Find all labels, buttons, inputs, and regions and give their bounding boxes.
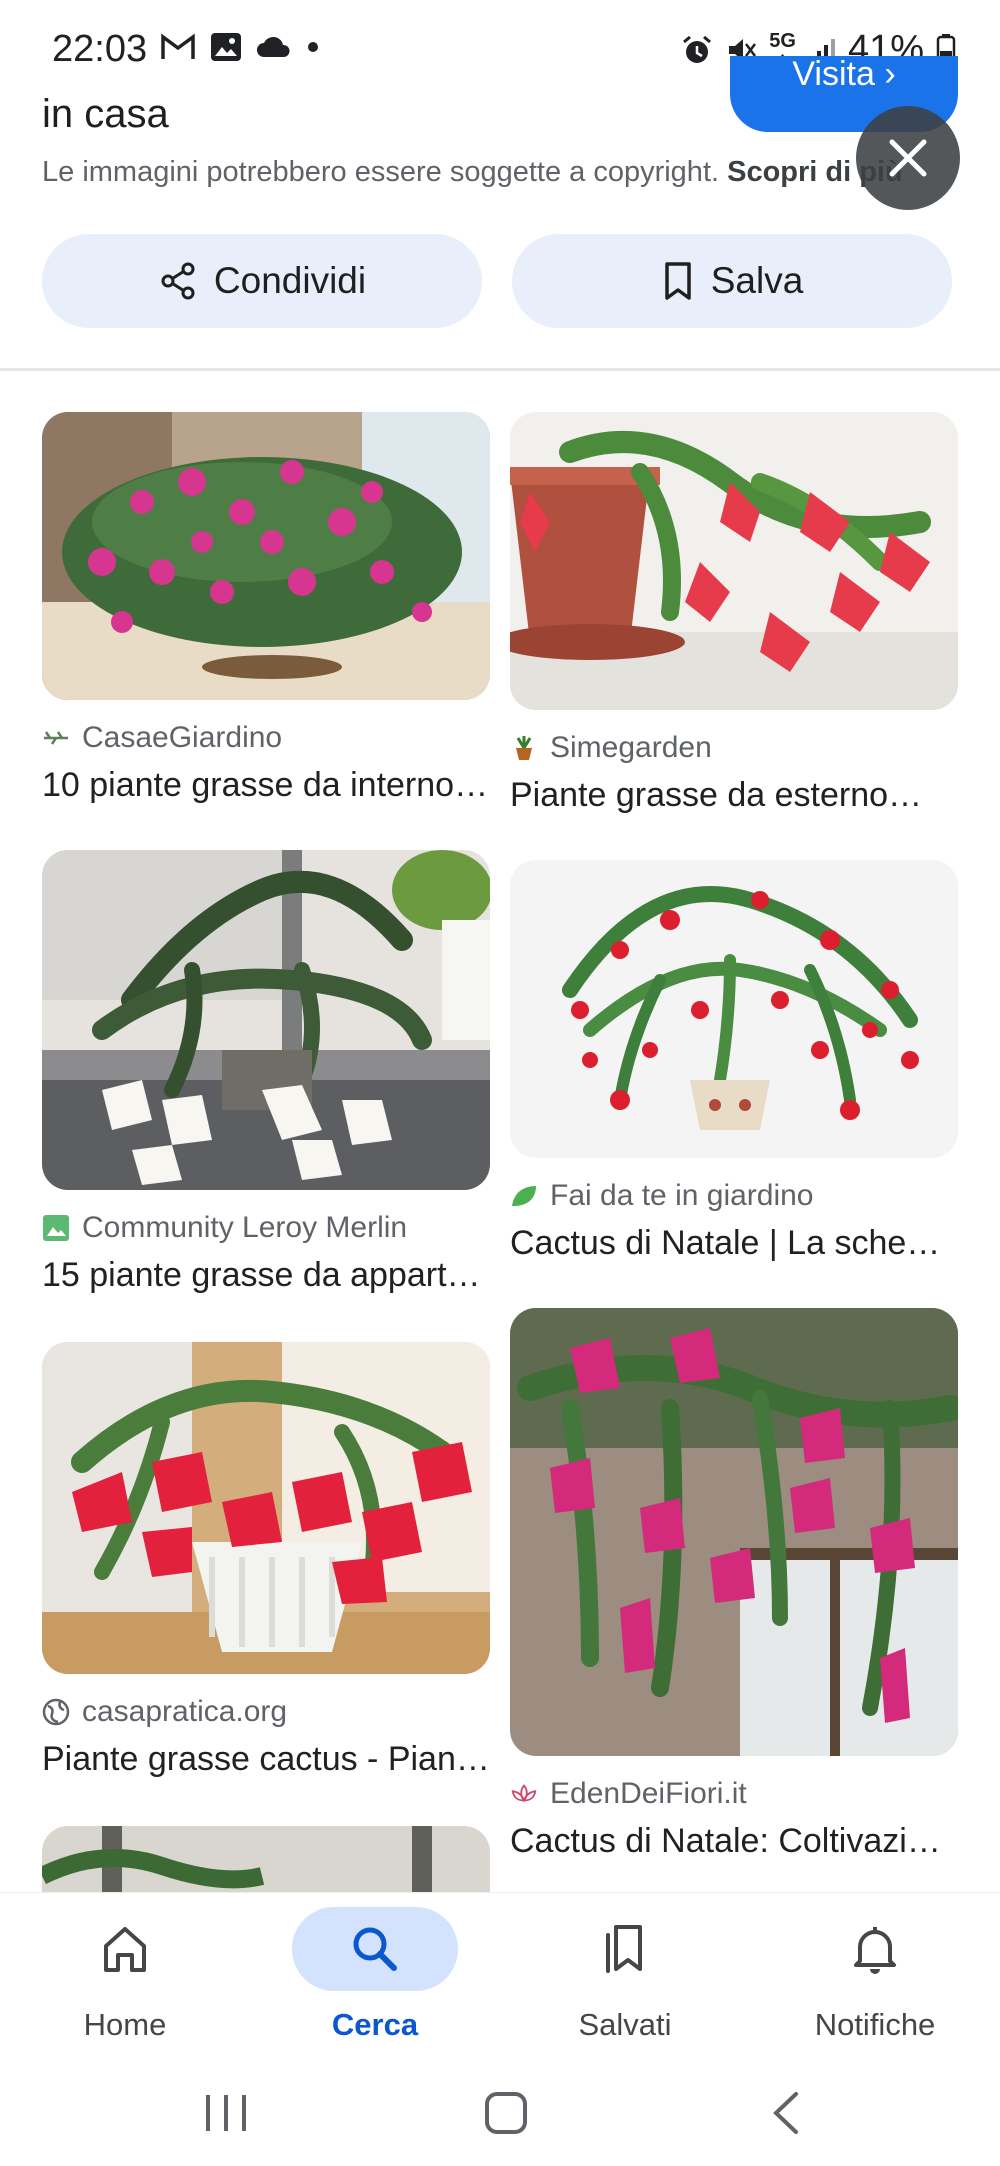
search-icon (353, 1927, 397, 1971)
result-card[interactable]: Simegarden Piante grasse da esterno… (510, 412, 958, 815)
bookmarks-icon (606, 1925, 642, 1973)
recents-button[interactable] (166, 2078, 286, 2148)
nav-search-label: Cerca (331, 2007, 419, 2042)
result-card[interactable]: EdenDeiFiori.it Cactus di Natale: Coltiv… (510, 1308, 958, 1861)
result-source[interactable]: Fai da te in giardino (510, 1176, 958, 1216)
leaf-icon (510, 1182, 538, 1210)
result-caption[interactable]: Piante grasse da esterno… (510, 776, 958, 815)
nav-saved-label: Salvati (578, 2007, 672, 2042)
result-card[interactable] (42, 1826, 490, 1892)
visit-button-label: Visita › (792, 56, 896, 93)
globe-icon (42, 1698, 70, 1726)
notification-icons (160, 32, 320, 62)
result-image[interactable] (42, 1826, 490, 1892)
result-card[interactable]: casapratica.org Piante grasse cactus - P… (42, 1342, 490, 1779)
copyright-notice: Le immagini potrebbero essere soggette a… (42, 156, 903, 188)
close-button[interactable] (856, 106, 960, 210)
nav-home[interactable]: Home (0, 1893, 250, 2063)
result-image[interactable] (510, 1308, 958, 1756)
result-image[interactable] (42, 1342, 490, 1674)
nav-notifications-label: Notifiche (814, 2007, 936, 2042)
save-label: Salva (710, 260, 804, 301)
alarm-icon (681, 34, 713, 66)
result-card[interactable]: Community Leroy Merlin 15 piante grasse … (42, 850, 490, 1295)
photo-icon (210, 32, 242, 62)
share-label: Condividi (213, 260, 367, 301)
bookmark-icon (664, 262, 691, 300)
divider (0, 368, 1000, 371)
bell-icon (854, 1927, 896, 1974)
result-image[interactable] (42, 412, 490, 700)
result-caption[interactable]: Piante grasse cactus - Piante… (42, 1740, 490, 1779)
result-source[interactable]: EdenDeiFiori.it (510, 1774, 958, 1814)
nav-saved[interactable]: Salvati (500, 1893, 750, 2063)
back-button[interactable] (726, 2078, 846, 2148)
home-system-button[interactable] (446, 2078, 566, 2148)
cloud-icon (256, 35, 292, 59)
recents-icon (206, 2095, 246, 2131)
nav-notifications[interactable]: Notifiche (750, 1893, 1000, 2063)
result-caption[interactable]: 15 piante grasse da appartamento… (42, 1256, 490, 1295)
bottom-navigation: Home Cerca Salvati Notifiche (0, 1892, 1000, 2062)
image-icon (42, 1214, 70, 1242)
share-button[interactable]: Condividi (42, 234, 482, 328)
close-icon (889, 139, 927, 177)
status-time: 22:03 (52, 28, 148, 70)
result-card[interactable]: Fai da te in giardino Cactus di Natale |… (510, 860, 958, 1263)
result-image[interactable] (510, 412, 958, 710)
vine-icon (42, 724, 70, 752)
lotus-icon (510, 1780, 538, 1808)
save-button[interactable]: Salva (512, 234, 952, 328)
result-caption[interactable]: Cactus di Natale | La scheda… (510, 1224, 958, 1263)
result-source[interactable]: Community Leroy Merlin (42, 1208, 490, 1248)
back-chevron-icon (773, 2092, 798, 2134)
result-caption[interactable]: Cactus di Natale: Coltivazione… (510, 1822, 958, 1861)
dot-icon (306, 40, 320, 54)
result-source[interactable]: CasaeGiardino (42, 718, 490, 758)
system-navigation (0, 2062, 1000, 2166)
result-source[interactable]: casapratica.org (42, 1692, 490, 1732)
home-square-icon (485, 2092, 527, 2134)
gmail-icon (160, 33, 196, 61)
result-image[interactable] (510, 860, 958, 1158)
result-caption[interactable]: 10 piante grasse da interno… (42, 766, 490, 805)
result-source[interactable]: Simegarden (510, 728, 958, 768)
potted-plant-icon (510, 734, 538, 762)
home-icon (104, 1927, 146, 1972)
nav-search[interactable]: Cerca (250, 1893, 500, 2063)
share-icon (161, 262, 195, 300)
page-title: in casa (42, 92, 169, 136)
result-image[interactable] (42, 850, 490, 1190)
result-card[interactable]: CasaeGiardino 10 piante grasse da intern… (42, 412, 490, 805)
nav-home-label: Home (83, 2007, 167, 2042)
